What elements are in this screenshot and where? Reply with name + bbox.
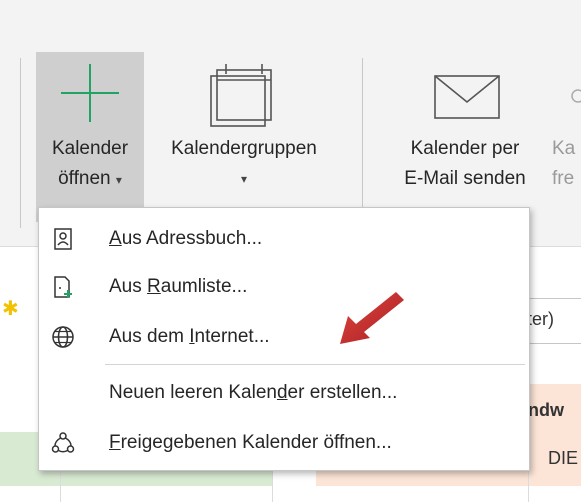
open-calendar-label-1: Kalender xyxy=(51,138,129,159)
menu-item-label: Aus Adressbuch... xyxy=(109,228,263,249)
pointer-arrow-icon xyxy=(340,292,404,344)
partial-icon xyxy=(571,89,581,103)
room-list-icon xyxy=(54,276,72,298)
email-calendar-button[interactable]: Kalender per E-Mail senden xyxy=(380,52,550,222)
menu-item-label: Neuen leeren Kalender erstellen... xyxy=(109,382,398,403)
plus-icon xyxy=(61,64,119,122)
day-header-text: DIE xyxy=(548,448,579,468)
envelope-icon xyxy=(434,75,500,119)
more-label-1: Ka xyxy=(552,138,576,159)
email-calendar-label-1: Kalender per xyxy=(410,138,520,159)
open-calendar-label-2: öffnen ▾ xyxy=(58,168,122,189)
open-calendar-menu: Aus Adressbuch... Aus Raumliste... Aus d… xyxy=(38,207,530,471)
open-calendar-button[interactable]: Kalender öffnen ▾ xyxy=(36,52,144,222)
chevron-down-icon: ▾ xyxy=(115,173,122,187)
shared-calendar-icon xyxy=(51,432,75,453)
menu-item-label: Freigegebenen Kalender öffnen... xyxy=(109,432,392,453)
calendar-groups-label: Kalendergruppen xyxy=(171,138,317,159)
star-icon: ✱ xyxy=(2,298,19,320)
more-ribbon-button[interactable]: Ka fre xyxy=(552,52,581,222)
menu-separator xyxy=(105,364,525,365)
calendar-icon xyxy=(210,64,272,127)
menu-item-label: Aus dem Internet... xyxy=(109,326,270,347)
menu-item-label: Aus Raumliste... xyxy=(109,276,248,297)
week-header-text: ndw xyxy=(528,400,564,420)
menu-item-address-book[interactable]: Aus Adressbuch... xyxy=(39,218,529,260)
address-book-icon xyxy=(54,228,72,250)
ribbon-separator xyxy=(362,58,363,228)
calendar-groups-button[interactable]: Kalendergruppen ▾ xyxy=(146,52,342,222)
menu-item-internet[interactable]: Aus dem Internet... xyxy=(39,316,529,358)
globe-icon xyxy=(52,326,74,348)
menu-item-new-blank-calendar[interactable]: Neuen leeren Kalender erstellen... xyxy=(39,372,529,414)
menu-item-room-list[interactable]: Aus Raumliste... xyxy=(39,266,529,308)
more-label-2: fre xyxy=(552,168,575,189)
email-calendar-label-2: E-Mail senden xyxy=(404,168,526,189)
chevron-down-icon: ▾ xyxy=(240,172,248,186)
menu-item-shared-calendar[interactable]: Freigegebenen Kalender öffnen... xyxy=(39,422,529,464)
ribbon-separator xyxy=(20,58,21,228)
